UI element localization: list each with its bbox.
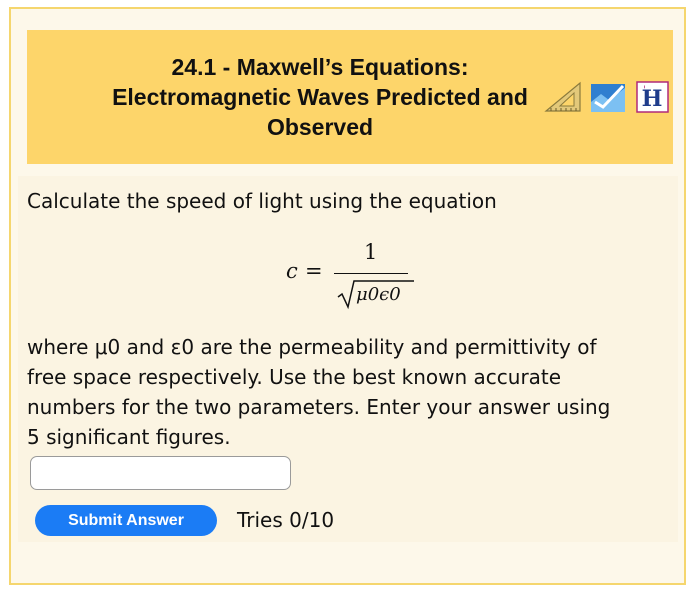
problem-content: Calculate the speed of light using the e… — [18, 176, 678, 542]
submit-answer-button[interactable]: Submit Answer — [35, 505, 217, 536]
title-line: Observed — [266, 114, 374, 140]
speed-of-light-formula: c = 1 μ0ϵ0 — [280, 240, 420, 310]
hint-h-icon[interactable]: H ' — [635, 80, 671, 118]
description-line: numbers for the two parameters. Enter yo… — [27, 395, 611, 419]
title-line: 24.1 - Maxwell’s Equations: — [171, 54, 469, 80]
formula-lhs: c — [286, 259, 298, 283]
triangle-ruler-icon[interactable] — [543, 80, 583, 118]
fraction-bar — [334, 273, 408, 274]
header-icons: H ' — [543, 80, 673, 116]
description-line: where μ0 and ε0 are the permeability and… — [27, 335, 597, 359]
formula-equals: = — [305, 259, 323, 283]
svg-text:': ' — [643, 85, 646, 96]
problem-header: 24.1 - Maxwell’s Equations: Electromagne… — [27, 30, 673, 164]
answer-input[interactable] — [30, 456, 291, 490]
formula-numerator: 1 — [364, 240, 378, 264]
description-line: 5 significant figures. — [27, 425, 231, 449]
problem-intro: Calculate the speed of light using the e… — [27, 189, 497, 213]
graph-check-icon[interactable] — [589, 80, 629, 118]
problem-title: 24.1 - Maxwell’s Equations: Electromagne… — [105, 52, 535, 142]
title-line: Electromagnetic Waves Predicted and — [112, 84, 528, 110]
problem-description: where μ0 and ε0 are the permeability and… — [27, 332, 677, 452]
formula-denominator-text: μ0ϵ0 — [356, 284, 401, 305]
formula-denominator: μ0ϵ0 — [336, 277, 416, 311]
tries-counter: Tries 0/10 — [237, 508, 335, 532]
description-line: free space respectively. Use the best kn… — [27, 365, 562, 389]
